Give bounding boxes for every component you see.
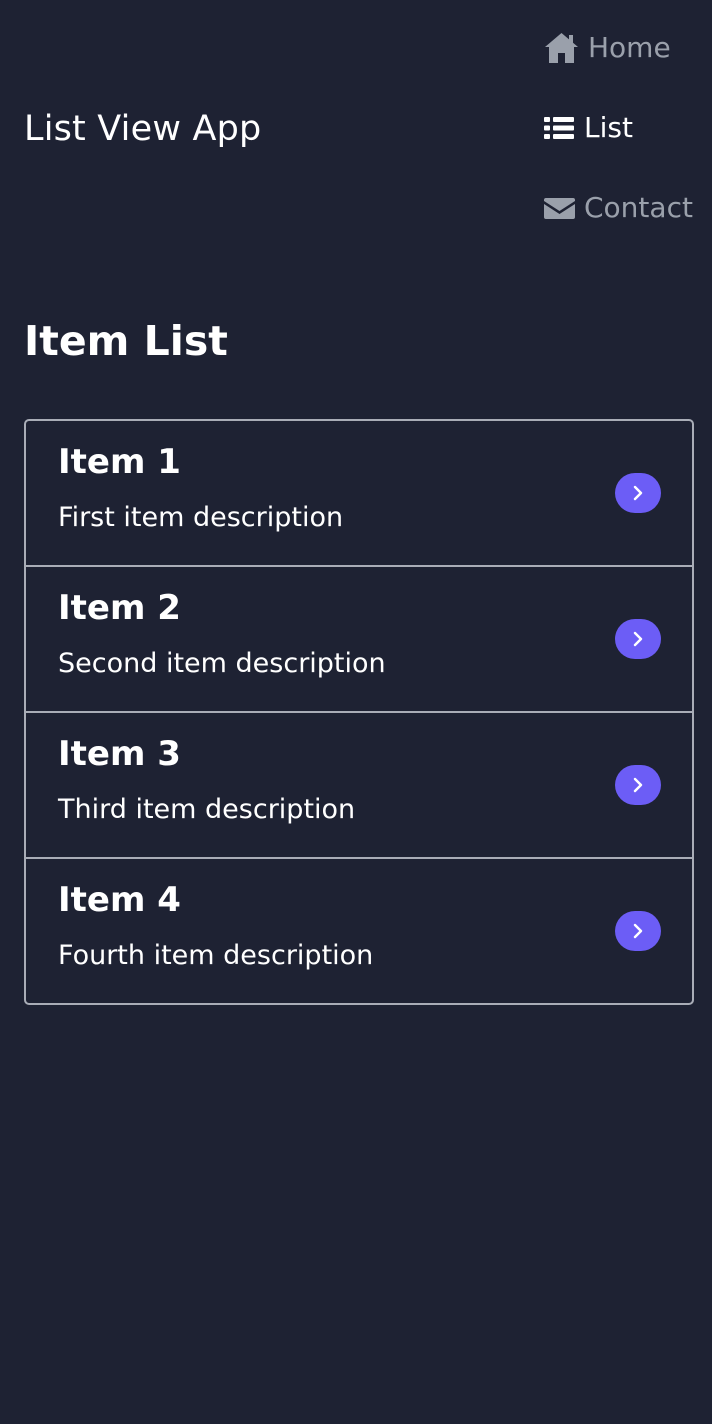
chevron-right-icon: [633, 777, 643, 793]
envelope-icon: [543, 191, 576, 225]
list-item[interactable]: Item 4 Fourth item description: [26, 857, 692, 1003]
app-title: List View App: [24, 109, 262, 149]
item-description: Fourth item description: [58, 940, 374, 971]
item-list: Item 1 First item description Item 2 Sec…: [24, 419, 694, 1005]
open-item-button[interactable]: [615, 765, 661, 805]
list-item[interactable]: Item 3 Third item description: [26, 711, 692, 857]
list-icon: [543, 111, 575, 145]
chevron-right-icon: [633, 631, 643, 647]
nav-item-home[interactable]: Home: [543, 31, 671, 65]
item-title: Item 1: [58, 442, 181, 482]
item-description: First item description: [58, 502, 344, 533]
nav-label-list: List: [584, 111, 633, 144]
item-title: Item 3: [58, 734, 181, 774]
open-item-button[interactable]: [615, 911, 661, 951]
chevron-right-icon: [633, 923, 643, 939]
item-description: Second item description: [58, 648, 386, 679]
open-item-button[interactable]: [615, 619, 661, 659]
list-item[interactable]: Item 2 Second item description: [26, 565, 692, 711]
item-title: Item 2: [58, 588, 181, 628]
item-description: Third item description: [58, 794, 356, 825]
nav-item-contact[interactable]: Contact: [543, 191, 693, 225]
nav-label-contact: Contact: [584, 191, 693, 224]
nav-label-home: Home: [588, 31, 671, 64]
item-title: Item 4: [58, 880, 181, 920]
page-title: Item List: [24, 317, 228, 365]
open-item-button[interactable]: [615, 473, 661, 513]
list-item[interactable]: Item 1 First item description: [26, 421, 692, 565]
chevron-right-icon: [633, 485, 643, 501]
home-icon: [543, 31, 580, 65]
nav-item-list[interactable]: List: [543, 111, 633, 145]
